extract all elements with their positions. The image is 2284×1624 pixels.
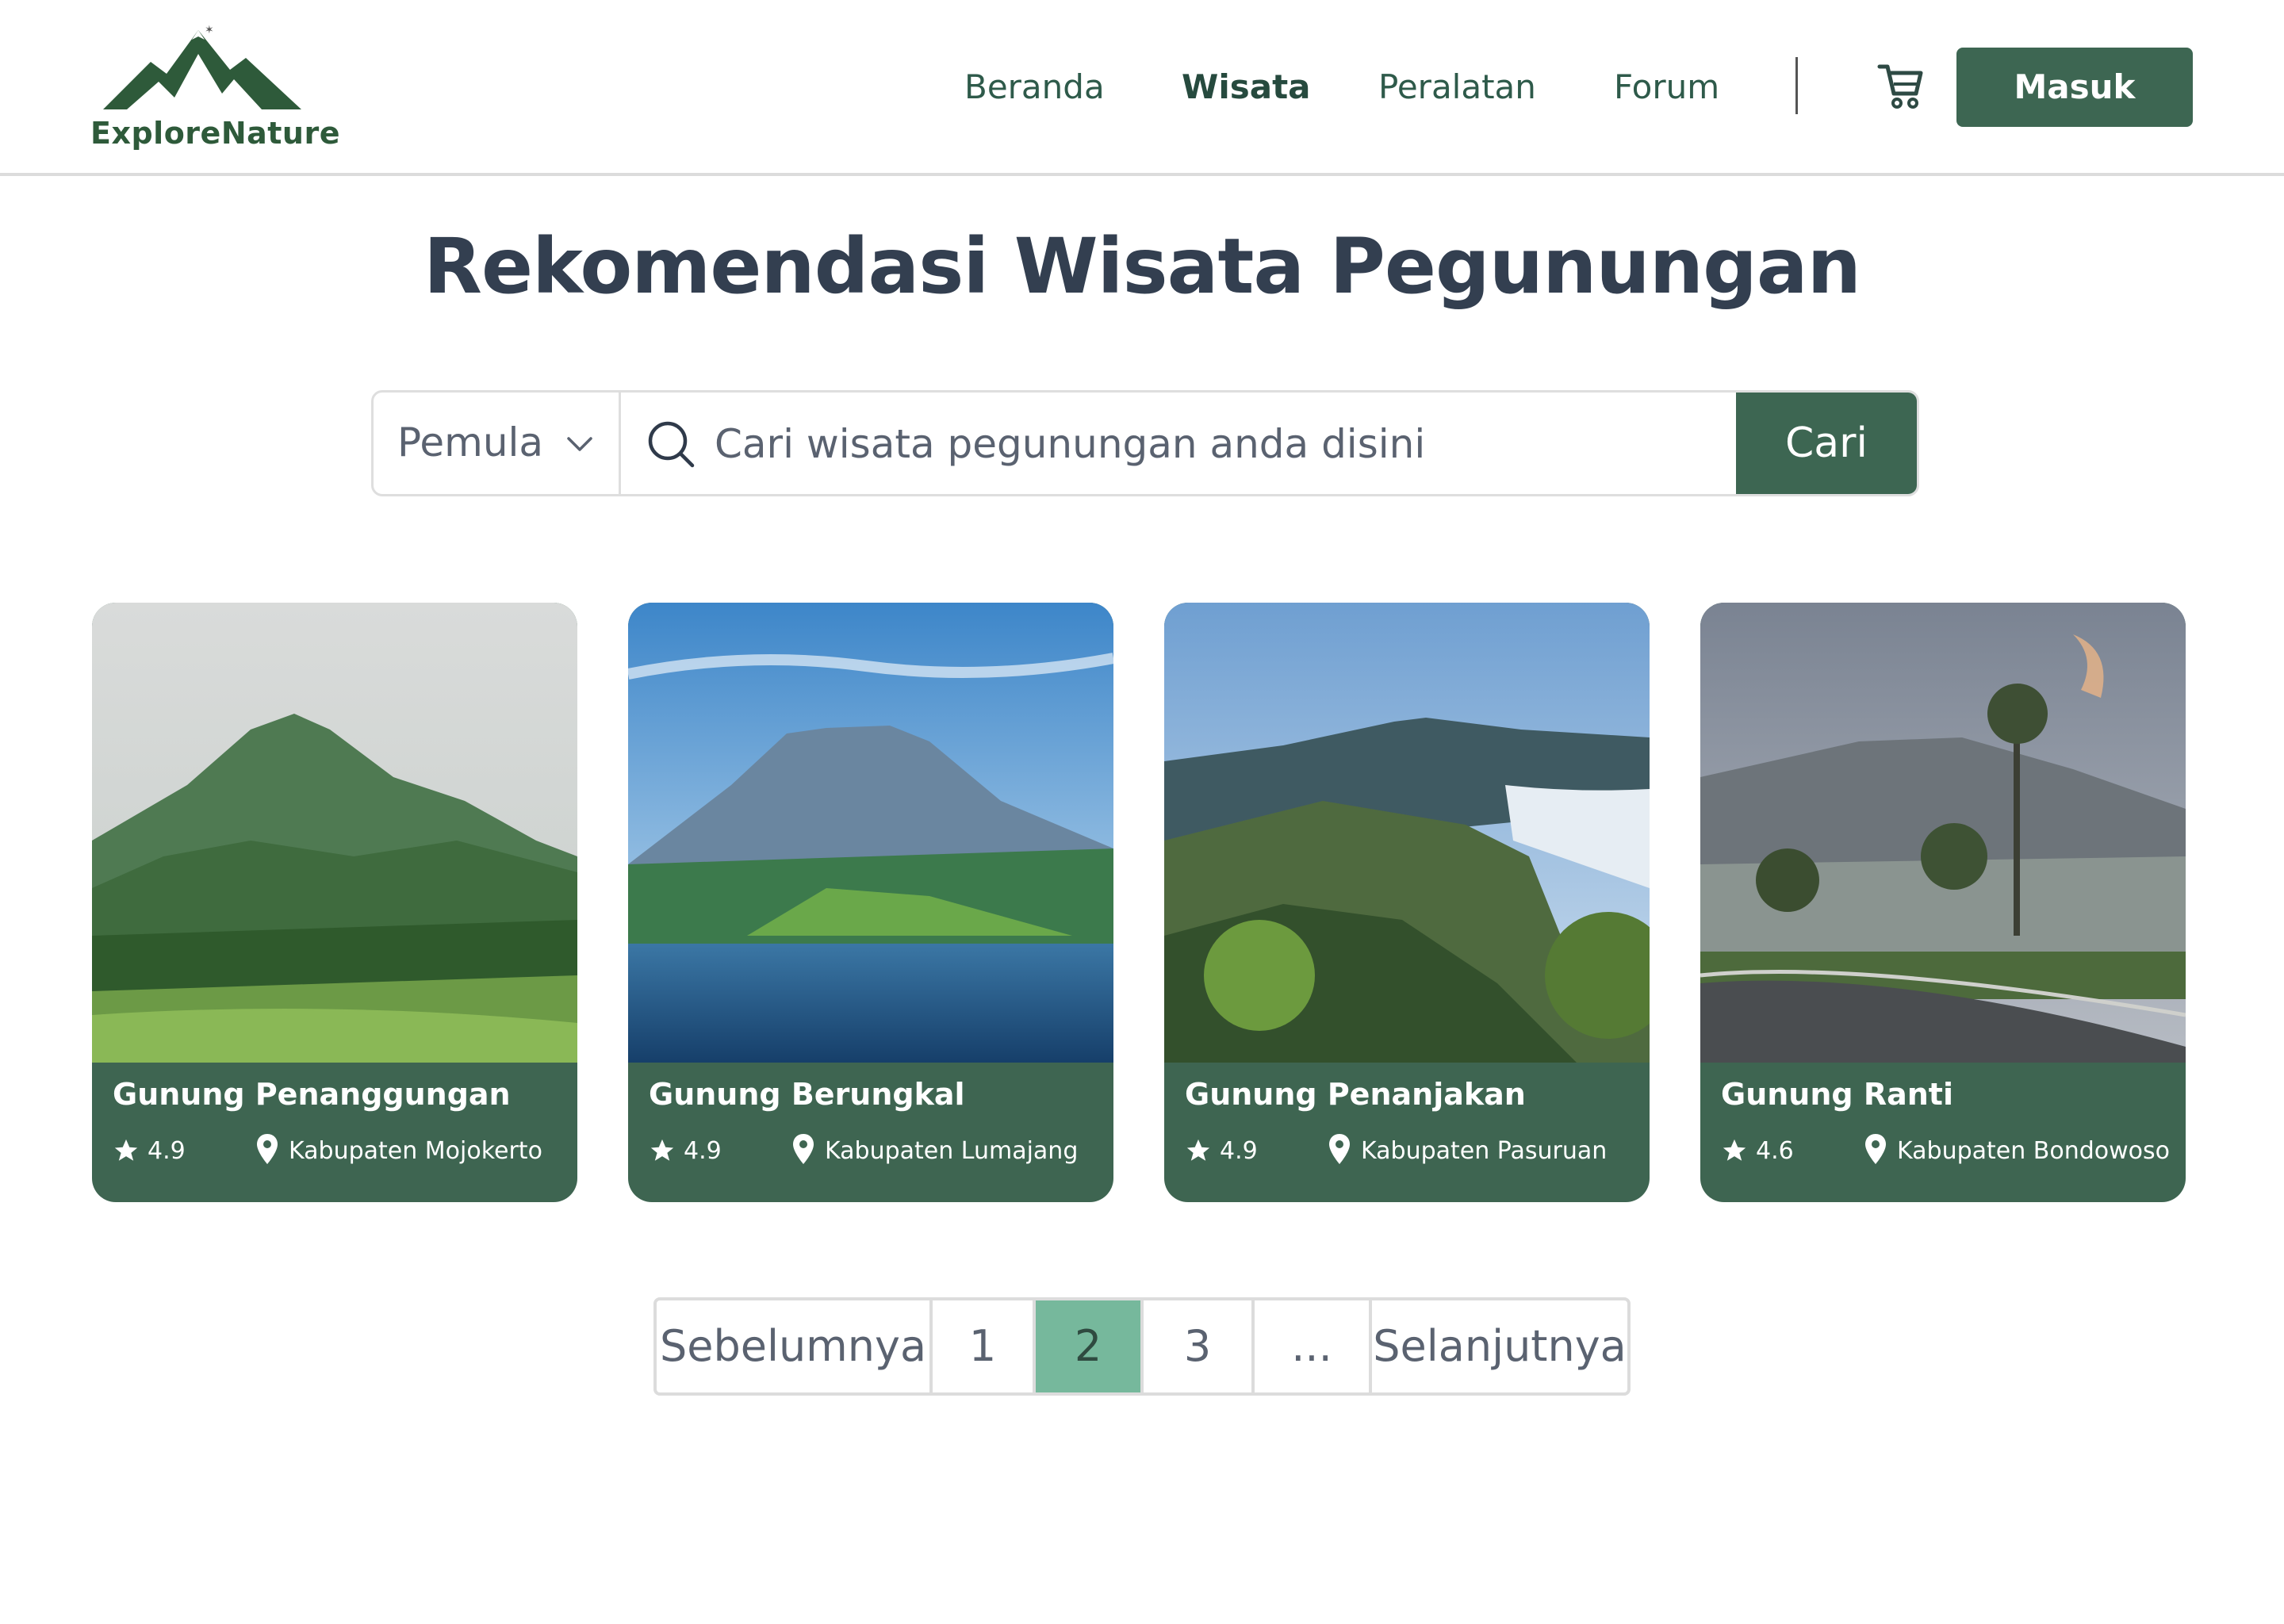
destination-card[interactable]: Gunung Ranti 4.6 Kabupaten Bondowoso [1700, 603, 2186, 1202]
destination-location: Kabupaten Mojokerto [289, 1137, 542, 1165]
nav-item-wisata[interactable]: Wisata [1182, 62, 1310, 113]
svg-text:✶: ✶ [205, 24, 214, 36]
site-header: ✶ ExploreNature Beranda Wisata Peralatan… [0, 0, 2284, 176]
pagination-next-button[interactable]: Selanjutnya [1372, 1300, 1627, 1392]
destination-location: Kabupaten Pasuruan [1361, 1137, 1608, 1165]
cart-icon [1877, 64, 1923, 109]
destination-rating: 4.9 [1220, 1137, 1258, 1165]
level-selected-value: Pemula [397, 419, 544, 465]
destination-location: Kabupaten Lumajang [825, 1137, 1079, 1165]
destination-card[interactable]: Gunung Penanggungan 4.9 Kabupaten Mojoke… [92, 603, 577, 1202]
destination-location: Kabupaten Bondowoso [1897, 1137, 2171, 1165]
login-button[interactable]: Masuk [1956, 48, 2193, 127]
destination-card[interactable]: Gunung Berungkal 4.9 Kabupaten Lumajang [628, 603, 1113, 1202]
star-icon [1186, 1139, 1210, 1161]
search-input[interactable] [715, 408, 1666, 480]
nav-item-beranda[interactable]: Beranda [964, 62, 1105, 113]
chevron-down-icon [567, 437, 592, 451]
search-button[interactable]: Cari [1736, 393, 1917, 494]
destination-image [1700, 603, 2186, 1063]
pagination-page-button-current[interactable]: 2 [1036, 1300, 1144, 1392]
pagination-ellipsis: ... [1255, 1300, 1372, 1392]
destination-name: Gunung Ranti [1721, 1077, 1953, 1112]
destination-rating: 4.9 [684, 1137, 722, 1165]
pagination-page-button[interactable]: 1 [933, 1300, 1036, 1392]
nav-item-forum[interactable]: Forum [1614, 62, 1719, 113]
destination-meta: 4.9 Kabupaten Mojokerto [113, 1132, 565, 1172]
nav-divider [1795, 57, 1798, 114]
destination-rating: 4.6 [1756, 1137, 1794, 1165]
destination-meta: 4.6 Kabupaten Bondowoso [1721, 1132, 2173, 1172]
pagination: Sebelumnya 1 2 3 ... Selanjutnya [653, 1297, 1631, 1396]
location-pin-icon [1865, 1134, 1886, 1164]
location-pin-icon [1329, 1134, 1350, 1164]
cart-button[interactable] [1876, 60, 1924, 111]
destination-card[interactable]: Gunung Penanjakan 4.9 Kabupaten Pasuruan [1164, 603, 1650, 1202]
location-pin-icon [793, 1134, 814, 1164]
mountain-logo-icon: ✶ [103, 24, 301, 109]
star-icon [114, 1139, 138, 1161]
destination-rating: 4.9 [148, 1137, 186, 1165]
destination-name: Gunung Penanjakan [1185, 1077, 1526, 1112]
page-title: Rekomendasi Wisata Pegunungan [423, 222, 1861, 311]
search-icon [648, 421, 695, 468]
search-bar: Pemula Cari [371, 390, 1919, 496]
destination-meta: 4.9 Kabupaten Lumajang [649, 1132, 1101, 1172]
star-icon [1723, 1139, 1746, 1161]
brand-name: ExploreNature [90, 116, 340, 151]
destination-image [628, 603, 1113, 1063]
destination-image [1164, 603, 1650, 1063]
destination-name: Gunung Penanggungan [113, 1077, 511, 1112]
destination-name: Gunung Berungkal [649, 1077, 965, 1112]
nav-item-peralatan[interactable]: Peralatan [1378, 62, 1536, 113]
brand-logo[interactable]: ✶ ExploreNature [87, 22, 340, 157]
star-icon [650, 1139, 674, 1161]
pagination-prev-button[interactable]: Sebelumnya [657, 1300, 933, 1392]
destination-image [92, 603, 577, 1063]
destination-meta: 4.9 Kabupaten Pasuruan [1185, 1132, 1637, 1172]
level-dropdown[interactable]: Pemula [374, 393, 621, 494]
pagination-page-button[interactable]: 3 [1144, 1300, 1255, 1392]
location-pin-icon [257, 1134, 278, 1164]
